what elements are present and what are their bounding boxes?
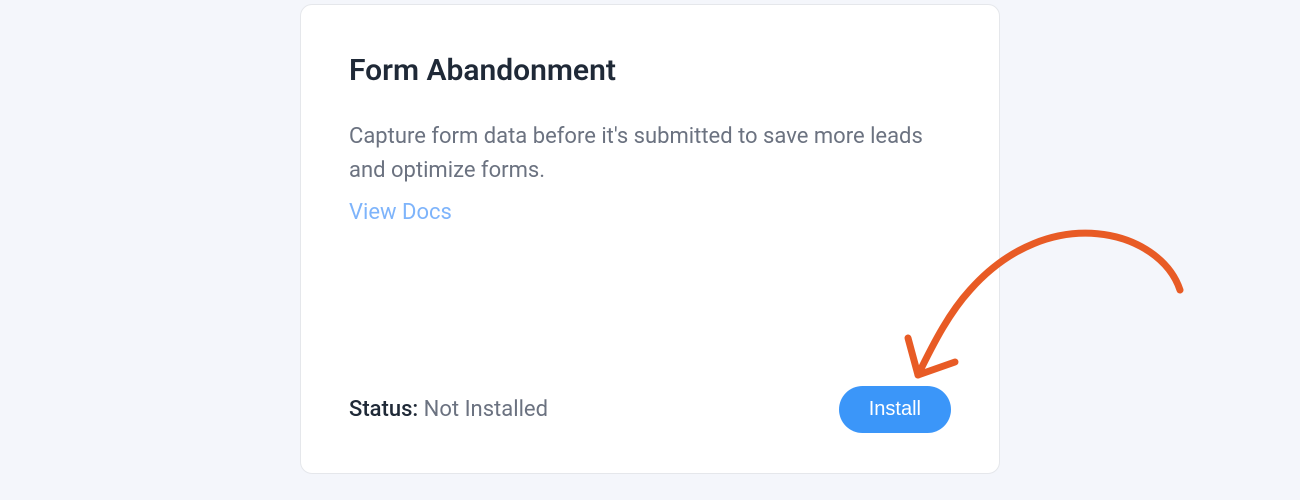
status-text: Status: Not Installed: [349, 397, 548, 422]
spacer: [349, 225, 951, 356]
addon-card: Form Abandonment Capture form data befor…: [300, 4, 1000, 474]
status-label: Status:: [349, 397, 418, 422]
card-footer: Status: Not Installed Install: [349, 386, 951, 433]
install-button[interactable]: Install: [839, 386, 951, 433]
status-value: Not Installed: [424, 397, 548, 422]
card-description: Capture form data before it's submitted …: [349, 120, 951, 188]
card-title: Form Abandonment: [349, 53, 951, 88]
view-docs-link[interactable]: View Docs: [349, 200, 951, 225]
